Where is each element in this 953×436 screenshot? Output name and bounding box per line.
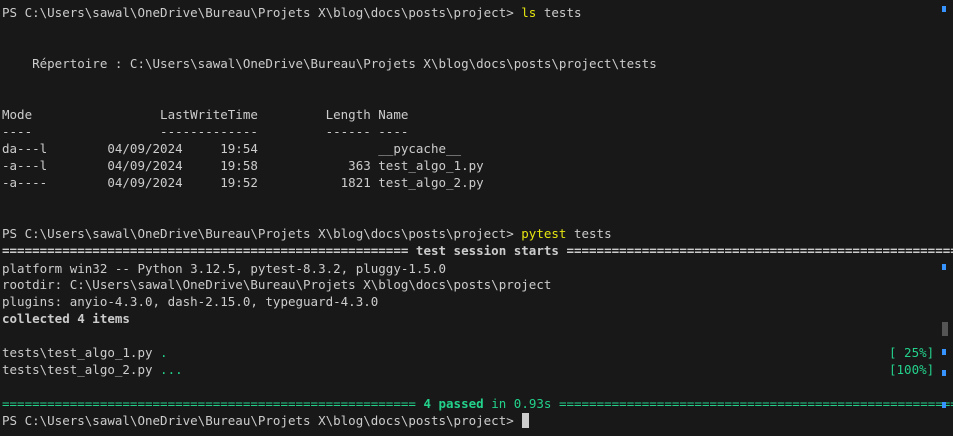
scroll-marker xyxy=(942,322,948,336)
rootdir-line: rootdir: C:\Users\sawal\OneDrive\Bureau\… xyxy=(2,277,552,292)
collected-line: collected 4 items xyxy=(2,311,130,326)
test-file: tests\test_algo_1.py xyxy=(2,345,153,360)
prompt: PS C:\Users\sawal\OneDrive\Bureau\Projet… xyxy=(2,413,514,428)
scroll-marker xyxy=(942,402,946,408)
platform-line: platform win32 -- Python 3.12.5, pytest-… xyxy=(2,261,447,276)
plugins-line: plugins: anyio-4.3.0, dash-2.15.0, typeg… xyxy=(2,294,379,309)
table-row: -a---- 04/09/2024 19:52 1821 test_algo_2… xyxy=(2,175,484,190)
result-line: tests\test_algo_1.py . xyxy=(2,344,168,361)
session-start-banner: ========================================… xyxy=(2,242,953,259)
rule-left: ========================================… xyxy=(2,243,409,258)
scroll-marker xyxy=(942,349,946,355)
elapsed-time: 0.93s xyxy=(513,396,552,411)
summary-banner: ========================================… xyxy=(2,395,953,412)
result-progress: [ 25%] xyxy=(889,345,935,360)
command-args: tests xyxy=(543,5,582,20)
test-file: tests\test_algo_2.py xyxy=(2,362,153,377)
test-dots: ... xyxy=(160,362,183,377)
passed-count: 4 passed xyxy=(423,396,484,411)
table-separator: ---- ------------- ------ ---- xyxy=(2,124,409,139)
rule-left: ========================================… xyxy=(2,396,416,411)
command-name: ls xyxy=(521,5,537,20)
test-dots: . xyxy=(160,345,168,360)
result-progress: [100%] xyxy=(889,362,935,377)
text-cursor xyxy=(522,413,530,428)
scroll-marker xyxy=(942,6,946,12)
result-line: tests\test_algo_2.py ... xyxy=(2,361,183,378)
command-args: tests xyxy=(573,226,612,241)
table-row: -a---l 04/09/2024 19:58 363 test_algo_1.… xyxy=(2,158,484,173)
directory-line: Répertoire : C:\Users\sawal\OneDrive\Bur… xyxy=(2,56,657,71)
prompt: PS C:\Users\sawal\OneDrive\Bureau\Projet… xyxy=(2,226,514,241)
table-header: Mode LastWriteTime Length Name xyxy=(2,107,409,122)
terminal-window[interactable]: PS C:\Users\sawal\OneDrive\Bureau\Projet… xyxy=(0,0,953,436)
in-label: in xyxy=(491,396,507,411)
scroll-marker xyxy=(942,264,946,270)
session-start-label: test session starts xyxy=(415,243,559,258)
rule-right: ========================================… xyxy=(566,243,953,258)
prompt-line-1: PS C:\Users\sawal\OneDrive\Bureau\Projet… xyxy=(2,4,582,21)
prompt: PS C:\Users\sawal\OneDrive\Bureau\Projet… xyxy=(2,5,514,20)
command-name: pytest xyxy=(521,226,567,241)
prompt-line-3: PS C:\Users\sawal\OneDrive\Bureau\Projet… xyxy=(2,412,530,429)
prompt-line-2: PS C:\Users\sawal\OneDrive\Bureau\Projet… xyxy=(2,225,612,242)
scroll-marker xyxy=(942,370,946,376)
rule-right: ========================================… xyxy=(558,396,953,411)
table-row: da---l 04/09/2024 19:54 __pycache__ xyxy=(2,141,462,156)
